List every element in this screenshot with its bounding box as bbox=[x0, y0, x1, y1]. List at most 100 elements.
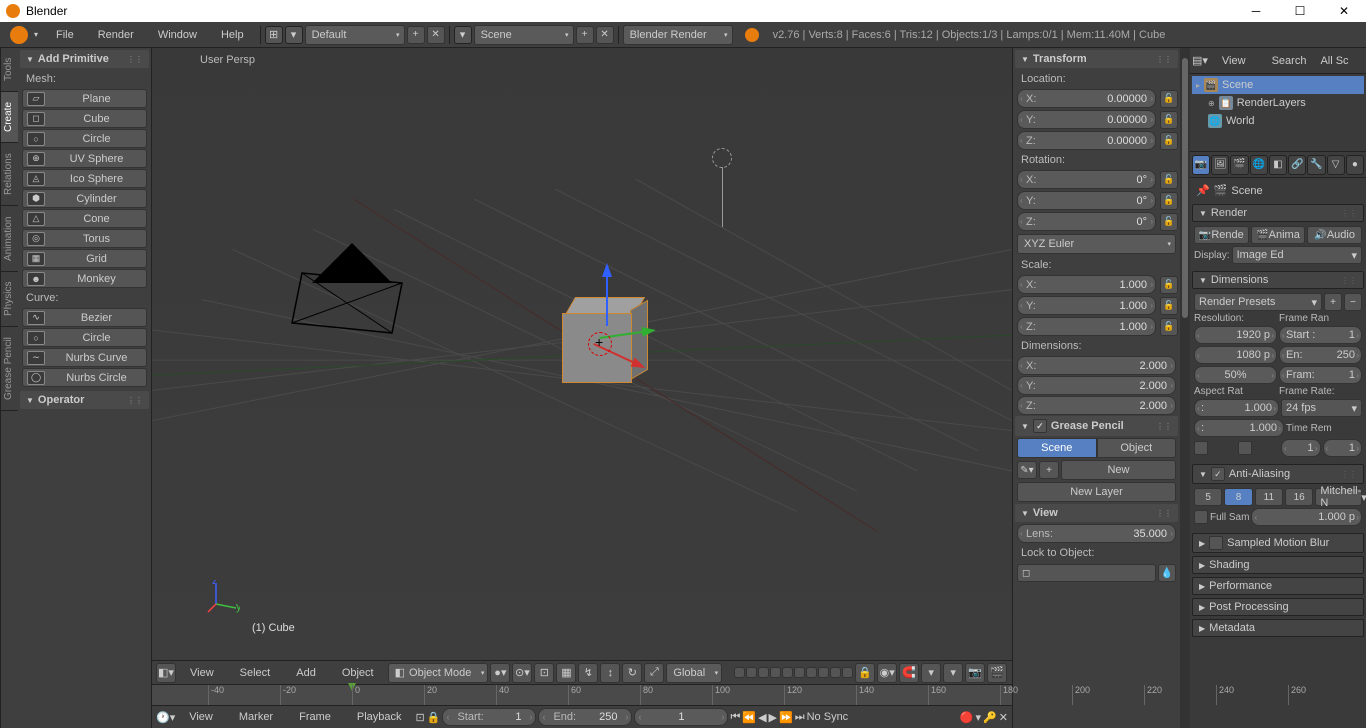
frame-start-input[interactable]: Start :1 bbox=[1279, 326, 1362, 344]
gp-scene-button[interactable]: Scene bbox=[1017, 438, 1097, 458]
border-checkbox[interactable] bbox=[1194, 441, 1208, 455]
tab-world[interactable]: 🌐 bbox=[1250, 155, 1268, 175]
keying-set-dropdown[interactable]: ▾ bbox=[976, 711, 982, 724]
tl-menu-marker[interactable]: Marker bbox=[227, 707, 285, 727]
jump-end-button[interactable]: ⏭ bbox=[795, 711, 805, 724]
frame-end-input[interactable]: En:250 bbox=[1279, 346, 1362, 364]
antialiasing-panel-header[interactable]: ▼✓Anti-Aliasing⋮⋮ bbox=[1192, 464, 1364, 484]
end-frame-input[interactable]: End:250 bbox=[538, 708, 632, 726]
layout-delete-button[interactable]: ✕ bbox=[427, 26, 445, 44]
lock-camera-icon[interactable]: 🔒 bbox=[855, 663, 875, 683]
manipulator-toggle[interactable]: ↯ bbox=[578, 663, 598, 683]
add-monkey-button[interactable]: ☻Monkey bbox=[22, 269, 147, 288]
new-mapping-input[interactable]: 1 bbox=[1323, 439, 1363, 457]
scrollbar[interactable] bbox=[1180, 48, 1190, 728]
vp-menu-select[interactable]: Select bbox=[228, 663, 283, 683]
back-to-previous-icon[interactable]: ⊞ bbox=[265, 26, 283, 44]
use-preview-icon[interactable]: ⊡ bbox=[416, 711, 425, 724]
tl-menu-playback[interactable]: Playback bbox=[345, 707, 414, 727]
pivot-dropdown[interactable]: ⊙▾ bbox=[512, 663, 532, 683]
layer-buttons[interactable] bbox=[734, 667, 853, 678]
lock-icon[interactable]: 🔓 bbox=[1160, 171, 1178, 189]
render-opengl-anim-button[interactable]: 🎬 bbox=[987, 663, 1007, 683]
manipulator-scale[interactable]: ⤢ bbox=[644, 663, 664, 683]
blender-menu-icon[interactable] bbox=[10, 26, 28, 44]
operator-header[interactable]: ▼ Operator⋮⋮ bbox=[20, 391, 149, 409]
add-primitive-header[interactable]: ▼ Add Primitive⋮⋮ bbox=[20, 50, 149, 68]
layers-button[interactable]: ▦ bbox=[556, 663, 576, 683]
tab-animation[interactable]: Animation bbox=[1, 206, 18, 271]
update-icon[interactable] bbox=[745, 28, 759, 42]
add-nurbs-curve-button[interactable]: ∼Nurbs Curve bbox=[22, 348, 147, 367]
add-uvsphere-button[interactable]: ⊕UV Sphere bbox=[22, 149, 147, 168]
rotation-x-input[interactable]: X:0° bbox=[1017, 170, 1156, 189]
render-presets-dropdown[interactable]: Render Presets▾ bbox=[1194, 293, 1322, 311]
tab-tools[interactable]: Tools bbox=[1, 48, 18, 92]
scene-add-button[interactable]: + bbox=[576, 26, 594, 44]
crop-checkbox[interactable] bbox=[1238, 441, 1252, 455]
gp-new-button[interactable]: New bbox=[1061, 460, 1176, 480]
add-cube-button[interactable]: ◻Cube bbox=[22, 109, 147, 128]
res-x-input[interactable]: 1920 p bbox=[1194, 326, 1277, 344]
shading-panel-header[interactable]: ▶Shading bbox=[1192, 556, 1364, 574]
delete-key-button[interactable]: ✕ bbox=[999, 711, 1008, 724]
fps-dropdown[interactable]: 24 fps▾ bbox=[1281, 399, 1362, 417]
vp-menu-view[interactable]: View bbox=[178, 663, 226, 683]
location-x-input[interactable]: X:0.00000 bbox=[1017, 89, 1156, 108]
add-nurbs-circle-button[interactable]: ◯Nurbs Circle bbox=[22, 368, 147, 387]
ol-menu-view[interactable]: View bbox=[1210, 51, 1258, 71]
jump-start-button[interactable]: ⏮ bbox=[730, 711, 740, 724]
lock-icon[interactable]: 🔓 bbox=[1160, 297, 1178, 315]
tab-grease-pencil[interactable]: Grease Pencil bbox=[1, 327, 18, 411]
sync-mode-dropdown[interactable]: No Sync bbox=[807, 711, 849, 723]
editor-type-icon[interactable]: ▤▾ bbox=[1192, 54, 1208, 67]
play-button[interactable]: ▶ bbox=[769, 711, 777, 724]
gizmo-z-axis[interactable] bbox=[602, 263, 612, 277]
scene-delete-button[interactable]: ✕ bbox=[596, 26, 614, 44]
render-opengl-button[interactable]: 📷 bbox=[965, 663, 985, 683]
scene-dropdown[interactable]: Scene bbox=[474, 25, 574, 45]
tab-modifiers[interactable]: 🔧 bbox=[1307, 155, 1325, 175]
pin-icon[interactable]: 📌 bbox=[1196, 184, 1210, 197]
add-icosphere-button[interactable]: ◬Ico Sphere bbox=[22, 169, 147, 188]
ol-menu-search[interactable]: Search bbox=[1260, 51, 1319, 71]
snap-target-dropdown[interactable]: ▾ bbox=[943, 663, 963, 683]
scale-x-input[interactable]: X:1.000 bbox=[1017, 275, 1156, 294]
rotation-mode-dropdown[interactable]: XYZ Euler bbox=[1017, 234, 1176, 254]
orientation-dropdown[interactable]: Global bbox=[666, 663, 722, 683]
maximize-button[interactable]: ☐ bbox=[1278, 0, 1322, 22]
snap-toggle[interactable]: 🧲 bbox=[899, 663, 919, 683]
add-circle-curve-button[interactable]: ○Circle bbox=[22, 328, 147, 347]
menu-help[interactable]: Help bbox=[209, 25, 256, 45]
lock-icon[interactable]: 🔓 bbox=[1160, 318, 1178, 336]
fullsample-checkbox[interactable] bbox=[1194, 510, 1208, 524]
vp-menu-add[interactable]: Add bbox=[284, 663, 328, 683]
rotation-z-input[interactable]: Z:0° bbox=[1017, 212, 1156, 231]
play-reverse-button[interactable]: ◀ bbox=[758, 711, 766, 724]
tl-menu-frame[interactable]: Frame bbox=[287, 707, 343, 727]
tab-create[interactable]: Create bbox=[1, 92, 18, 143]
jump-next-key-button[interactable]: ⏩ bbox=[779, 711, 793, 724]
gp-browse-icon[interactable]: ✎▾ bbox=[1017, 461, 1037, 479]
checkbox-icon[interactable]: ✓ bbox=[1033, 419, 1047, 433]
gp-new-layer-button[interactable]: New Layer bbox=[1017, 482, 1176, 502]
insert-key-button[interactable]: 🔑 bbox=[983, 711, 997, 724]
screen-layout-icon[interactable]: ▾ bbox=[285, 26, 303, 44]
filter-size-input[interactable]: 1.000 p bbox=[1251, 508, 1362, 526]
res-pct-input[interactable]: 50% bbox=[1194, 366, 1277, 384]
timeline-ruler[interactable]: -40 -20 0 20 40 60 80 100 120 140 160 18… bbox=[152, 685, 1012, 706]
minimize-button[interactable]: ─ bbox=[1234, 0, 1278, 22]
view-panel-header[interactable]: ▼View⋮⋮ bbox=[1015, 504, 1178, 522]
camera-object[interactable] bbox=[282, 233, 422, 353]
aspect-x-input[interactable]: :1.000 bbox=[1194, 399, 1279, 417]
pivot-align-icon[interactable]: ⊡ bbox=[534, 663, 554, 683]
editor-type-icon[interactable]: ◧▾ bbox=[156, 663, 176, 683]
outliner-tree[interactable]: ▸🎬Scene ⊕📋RenderLayers 🌐World bbox=[1190, 74, 1366, 152]
add-torus-button[interactable]: ◎Torus bbox=[22, 229, 147, 248]
editor-type-icon[interactable]: 🕐▾ bbox=[156, 711, 175, 724]
location-z-input[interactable]: Z:0.00000 bbox=[1017, 131, 1156, 150]
location-y-input[interactable]: Y:0.00000 bbox=[1017, 110, 1156, 129]
menu-file[interactable]: File bbox=[44, 25, 86, 45]
vp-menu-object[interactable]: Object bbox=[330, 663, 386, 683]
outliner-renderlayers-row[interactable]: ⊕📋RenderLayers bbox=[1192, 94, 1364, 112]
